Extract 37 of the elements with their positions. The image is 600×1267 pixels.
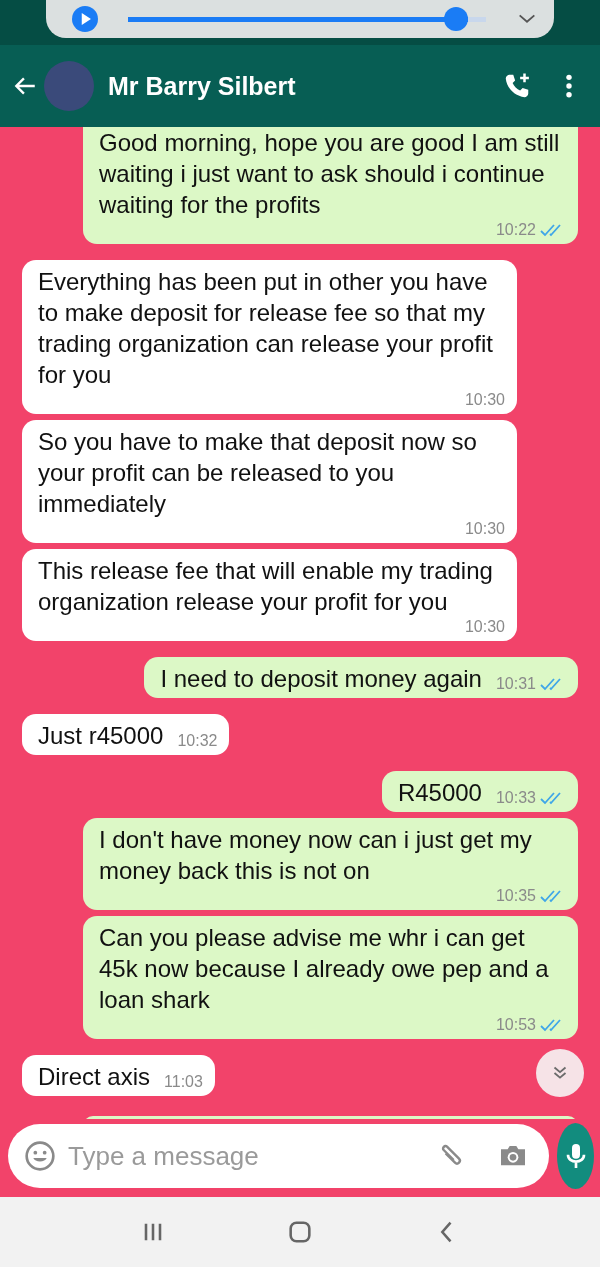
message-bubble[interactable]: R45000 10:33 [381, 771, 578, 812]
message-time: 10:22 [495, 220, 536, 240]
more-options-icon[interactable] [564, 73, 574, 99]
message-bubble[interactable]: Just r45000 10:32 [22, 714, 230, 755]
message-text: Good morning, hope you are good I am still waiting i just want to ask should i continue waiting for the profits [99, 128, 561, 220]
emoji-icon[interactable] [24, 1140, 56, 1172]
play-icon[interactable] [72, 6, 98, 32]
message-text: Just r45000 [38, 721, 164, 751]
message-bubble[interactable]: Can you please advise me whr i can get 45k now because I already owe pep and a loan shark 10:53 [83, 916, 578, 1039]
message-time: 10:35 [495, 886, 536, 906]
message-bubble[interactable]: Direct axis 11:03 [22, 1055, 215, 1096]
home-icon[interactable] [286, 1218, 314, 1246]
message-time: 10:32 [177, 731, 218, 751]
message-bubble[interactable]: Everything has been put in other you have to make deposit for release fee so that my trading organization can release your profit for you 10:30 [22, 260, 517, 414]
message-time: 10:30 [464, 519, 505, 539]
scroll-down-button[interactable] [536, 1049, 584, 1097]
message-bubble[interactable]: I don't have money now can i just get my money back this is not on 10:35 [83, 818, 578, 910]
message-text: So you have to make that deposit now so your profit can be released to you immediately [38, 427, 478, 519]
message-time: 10:31 [495, 674, 536, 694]
message-text: R45000 [397, 778, 482, 808]
message-text: I need to deposit money again [160, 664, 482, 694]
message-text: Can you please advise me whr i can get 45k now because I already owe pep and a loan shark [99, 923, 550, 1015]
message-text: I don't have money now can i just get my money back this is not on [99, 825, 533, 886]
message-bubble[interactable]: Good morning, hope you are good I am still waiting i just want to ask should i continue waiting for the profits 10:22 [83, 127, 578, 244]
message-time: 10:30 [464, 390, 505, 410]
message-bubble[interactable]: This release fee that will enable my trading organization release your profit for you 10:30 [22, 549, 517, 641]
message-bubble[interactable]: I need to deposit money again 10:31 [144, 657, 578, 698]
message-time: 10:53 [495, 1015, 536, 1035]
message-time: 10:33 [495, 788, 536, 808]
message-time: 10:30 [464, 617, 505, 637]
message-composer[interactable]: Type a message [8, 1124, 549, 1188]
message-text: Everything has been put in other you have to make deposit for release fee so that my trading organization can release your profit for you [38, 267, 494, 390]
message-bubble[interactable]: So you have to make that deposit now so your profit can be released to you immediately 10:30 [22, 420, 517, 543]
message-input-field[interactable]: Type a message [66, 1139, 405, 1173]
message-time: 11:03 [164, 1072, 203, 1092]
message-text: Direct axis [38, 1062, 151, 1092]
message-text: This release fee that will enable my trading organization release your profit for you [38, 556, 494, 617]
